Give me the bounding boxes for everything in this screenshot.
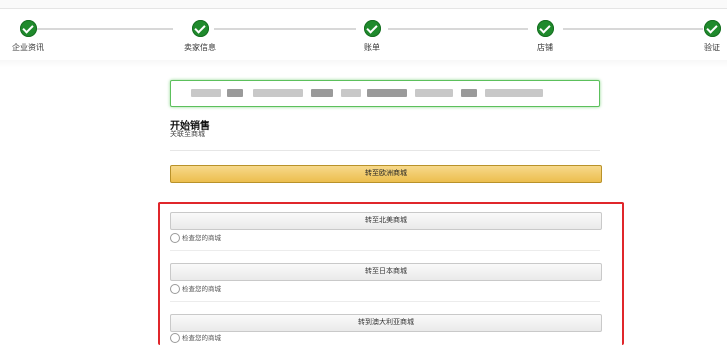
redacted-text [461,89,477,97]
go-to-north-america-marketplace-button[interactable]: 转至北美商城 [170,212,602,230]
check-marketplace-radio[interactable]: 检查您的商城 [170,284,221,296]
redacted-text [191,89,221,97]
radio-icon[interactable] [170,233,180,244]
redacted-text [227,89,243,97]
redacted-text [367,89,407,97]
redacted-text [415,89,453,97]
redacted-text [311,89,333,97]
divider [170,150,600,151]
step-label: 验证 [704,43,720,52]
step-label: 卖家信息 [184,43,216,52]
radio-icon[interactable] [170,333,180,344]
check-marketplace-radio[interactable]: 检查您的商城 [170,333,221,345]
header-fade [0,60,727,68]
radio-label: 检查您的商城 [182,335,221,342]
divider [170,301,600,302]
radio-label: 检查您的商城 [182,235,221,242]
step-label: 账单 [364,43,380,52]
check-circle-icon [536,20,554,37]
step-company-info[interactable]: 企业资讯 [0,20,68,53]
step-seller-info[interactable]: 卖家信息 [160,20,240,53]
step-billing[interactable]: 账单 [332,20,412,53]
check-marketplace-radio[interactable]: 检查您的商城 [170,233,221,245]
section-subtitle: 关联至商城 [170,131,205,138]
top-bar [0,0,727,9]
check-circle-icon [703,20,721,37]
go-to-japan-marketplace-button[interactable]: 转至日本商城 [170,263,602,281]
check-circle-icon [19,20,37,37]
go-to-australia-marketplace-button[interactable]: 转到澳大利亚商城 [170,314,602,332]
step-label: 企业资讯 [12,43,44,52]
divider [170,250,600,251]
redacted-url-box [170,80,600,107]
check-circle-icon [191,20,209,37]
step-verification[interactable]: 验证 [672,20,727,53]
step-store[interactable]: 店铺 [505,20,585,53]
radio-icon[interactable] [170,284,180,295]
redacted-text [253,89,303,97]
check-circle-icon [363,20,381,37]
radio-label: 检查您的商城 [182,286,221,293]
redacted-text [341,89,361,97]
redacted-text [485,89,543,97]
step-label: 店铺 [537,43,553,52]
go-to-europe-marketplace-button[interactable]: 转至欧洲商城 [170,165,602,183]
progress-stepper: 企业资讯 卖家信息 账单 店铺 验证 [0,12,727,64]
